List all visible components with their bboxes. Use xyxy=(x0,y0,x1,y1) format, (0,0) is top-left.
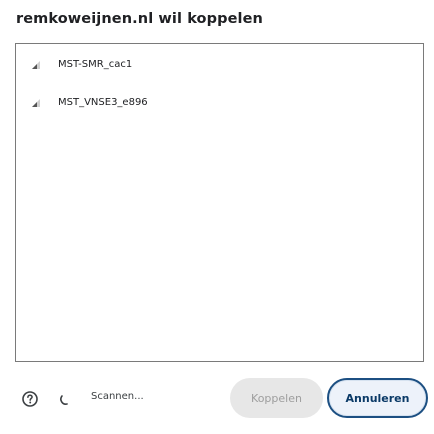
bluetooth-pairing-dialog: remkoweijnen.nl wil koppelen MST-SMR_cac… xyxy=(0,0,434,434)
device-list-item[interactable]: MST_VNSE3_e896 xyxy=(30,92,148,112)
help-icon[interactable] xyxy=(21,390,39,408)
dialog-title: remkoweijnen.nl wil koppelen xyxy=(16,11,263,27)
loading-spinner-icon xyxy=(60,395,68,405)
scan-status-text: Scannen... xyxy=(91,391,144,402)
device-name: MST-SMR_cac1 xyxy=(58,58,133,70)
device-list[interactable]: MST-SMR_cac1 MST_VNSE3_e896 xyxy=(15,43,424,362)
device-list-item[interactable]: MST-SMR_cac1 xyxy=(30,54,132,74)
cancel-button[interactable]: Annuleren xyxy=(327,378,428,418)
signal-strength-icon xyxy=(32,99,40,107)
signal-strength-icon xyxy=(32,61,40,69)
dialog-footer: Scannen... Koppelen Annuleren xyxy=(0,372,434,427)
connect-button[interactable]: Koppelen xyxy=(230,378,323,418)
device-name: MST_VNSE3_e896 xyxy=(58,96,148,108)
